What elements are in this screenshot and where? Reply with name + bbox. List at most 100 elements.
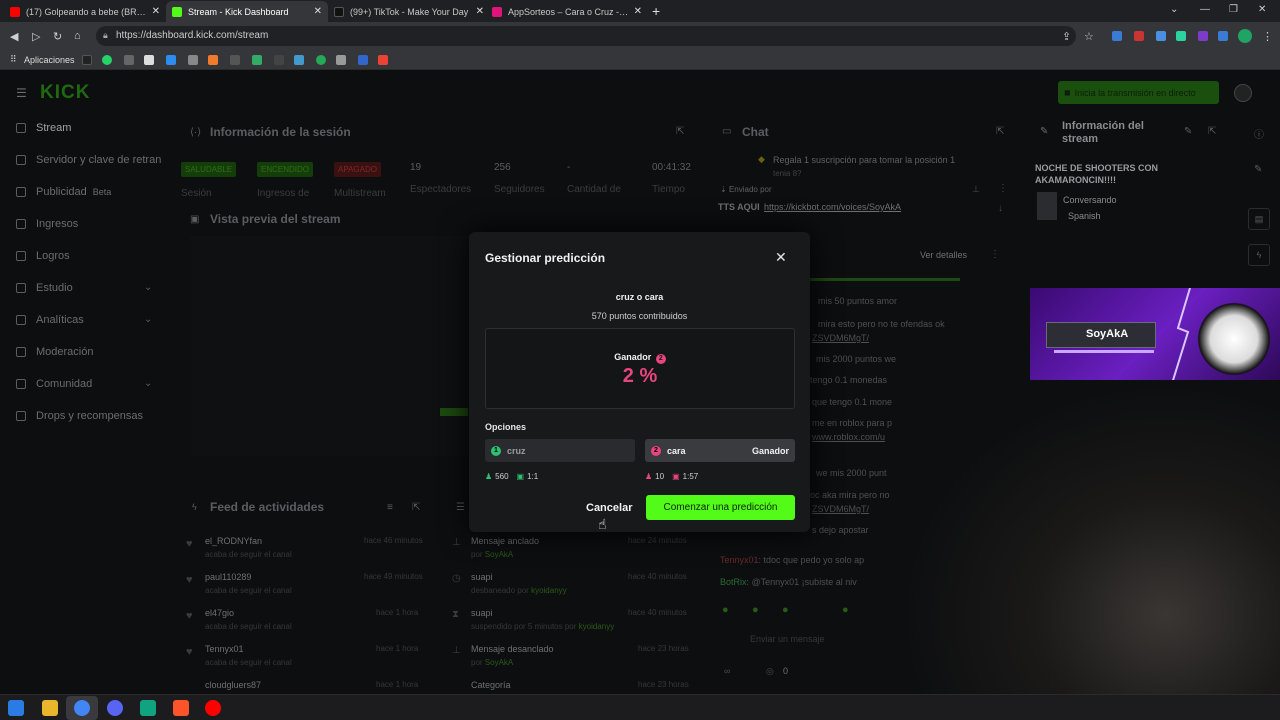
chevron-down-icon[interactable]: ⌄ (144, 314, 152, 325)
event-user[interactable]: SoyAkA (485, 550, 513, 559)
more-options-icon[interactable]: ⋮ (990, 249, 1000, 260)
home-icon[interactable]: ⌂ (74, 30, 81, 42)
popout-icon[interactable]: ⇱ (676, 126, 684, 137)
share-icon[interactable]: ⇪ (1062, 30, 1071, 43)
chrome-icon[interactable] (74, 700, 90, 716)
sidebar-item-studio[interactable]: Estudio (16, 282, 73, 294)
more-options-icon[interactable]: ⋮ (998, 183, 1008, 194)
menu-kebab-icon[interactable]: ⋮ (1262, 30, 1273, 43)
bookmark-icon[interactable] (144, 55, 154, 65)
bookmark-apps[interactable]: Aplicaciones (24, 55, 75, 65)
browser-tab-tiktok[interactable]: (99+) TikTok - Make Your Day ✕ (328, 1, 490, 22)
discord-icon[interactable] (107, 700, 123, 716)
window-close-icon[interactable]: ✕ (1258, 4, 1266, 15)
sidepanel-icon[interactable] (1218, 31, 1228, 41)
follower-name[interactable]: paul110289 (205, 572, 251, 582)
emote-icon[interactable]: ● (842, 604, 849, 616)
sidebar-item-server-key[interactable]: Servidor y clave de retran (16, 154, 170, 166)
bookmark-icon[interactable] (294, 55, 304, 65)
bookmark-icon[interactable] (230, 55, 240, 65)
new-tab-icon[interactable]: + (652, 3, 660, 19)
tts-link[interactable]: https://kickbot.com/voices/SoyAkA (764, 202, 901, 212)
back-icon[interactable]: ◀ (10, 30, 18, 43)
browser-tab-youtube[interactable]: (17) Golpeando a bebe (BROMA ✕ (4, 1, 166, 22)
close-icon[interactable]: ✕ (634, 6, 642, 17)
follower-name[interactable]: el_RODNYfan (205, 536, 262, 546)
info-icon[interactable]: ⓘ (1254, 126, 1264, 141)
follower-name[interactable]: Tennyx01 (205, 644, 244, 654)
filter-icon[interactable]: ≡ (387, 502, 393, 513)
youtube-icon[interactable] (205, 700, 221, 716)
avatar[interactable] (1234, 84, 1252, 102)
brave-icon[interactable] (173, 700, 189, 716)
chat-link[interactable]: www.roblox.com/u (812, 432, 885, 442)
bookmark-icon[interactable] (336, 55, 346, 65)
bookmark-icon[interactable] (166, 55, 176, 65)
close-icon[interactable]: ✕ (314, 6, 322, 17)
bookmark-star-icon[interactable]: ☆ (1084, 30, 1094, 43)
close-icon[interactable]: ✕ (152, 6, 160, 17)
go-live-button[interactable]: ◼ Inicia la transmisión en directo (1058, 81, 1219, 104)
chatgpt-icon[interactable] (140, 700, 156, 716)
edit-icon[interactable]: ✎ (1254, 164, 1262, 175)
extension-icon[interactable] (1134, 31, 1144, 41)
sidebar-item-ads[interactable]: Publicidad Beta (16, 186, 111, 198)
popout-icon[interactable]: ⇱ (412, 502, 420, 513)
close-icon[interactable]: ✕ (476, 6, 484, 17)
sidebar-item-achievements[interactable]: Logros (16, 250, 70, 262)
tab-search-icon[interactable]: ⌄ (1170, 4, 1178, 15)
emote-icon[interactable]: ● (722, 604, 729, 616)
sidebar-item-community[interactable]: Comunidad (16, 378, 92, 390)
browser-tab-kick[interactable]: Stream - Kick Dashboard ✕ (166, 1, 328, 22)
sidebar-item-moderation[interactable]: Moderación (16, 346, 93, 358)
event-user[interactable]: kyoidanyy (531, 586, 567, 595)
event-name[interactable]: suapi (471, 608, 493, 618)
option-cara[interactable]: 2 cara Ganador (645, 439, 795, 462)
arrow-down-icon[interactable]: ↓ (998, 203, 1003, 214)
reload-icon[interactable]: ↻ (53, 30, 62, 43)
apps-grid-icon[interactable]: ⠿ (10, 54, 17, 65)
profile-avatar[interactable] (1238, 29, 1252, 43)
windows-start-icon[interactable] (8, 700, 24, 716)
ver-detalles-link[interactable]: Ver detalles (920, 250, 967, 260)
popout-icon[interactable]: ⇱ (996, 126, 1004, 137)
chat-link[interactable]: ZSVDM6MgT/ (812, 504, 869, 514)
bookmark-icon[interactable] (316, 55, 326, 65)
minimize-icon[interactable]: — (1200, 4, 1210, 15)
browser-tab-appsorteos[interactable]: AppSorteos – Cara o Cruz - Tirar ✕ (486, 1, 648, 22)
close-icon[interactable]: ✕ (775, 249, 787, 266)
extensions-puzzle-icon[interactable] (1156, 31, 1166, 41)
follower-name[interactable]: cloudgluers87 (205, 680, 261, 690)
sidebar-item-drops[interactable]: Drops y recompensas (16, 410, 143, 422)
bookmark-icon[interactable] (274, 55, 284, 65)
event-name[interactable]: suapi (471, 572, 493, 582)
bookmark-icon[interactable] (124, 55, 134, 65)
emote-icon[interactable]: ● (752, 604, 759, 616)
lightning-icon[interactable]: ϟ (1248, 244, 1270, 266)
hamburger-menu-icon[interactable]: ☰ (16, 86, 27, 100)
gmail-icon[interactable] (378, 55, 388, 65)
start-prediction-button[interactable]: Comenzar una predicción (646, 495, 795, 520)
side-tool-button[interactable]: ▤ (1248, 208, 1270, 230)
bookmark-icon[interactable] (252, 55, 262, 65)
maximize-icon[interactable]: ❐ (1229, 4, 1238, 15)
sidebar-item-income[interactable]: Ingresos (16, 218, 78, 230)
bookmark-icon[interactable] (208, 55, 218, 65)
bookmark-icon[interactable] (188, 55, 198, 65)
emote-icon[interactable]: ● (782, 604, 789, 616)
chevron-down-icon[interactable]: ⌄ (144, 282, 152, 293)
pin-icon[interactable]: ⊥ (972, 184, 980, 195)
extension-icon[interactable] (1176, 31, 1186, 41)
chat-username[interactable]: BotRix (720, 577, 747, 587)
bookmark-icon[interactable] (358, 55, 368, 65)
cancel-button[interactable]: Cancelar (586, 502, 632, 514)
kick-logo[interactable]: KICK (40, 82, 90, 104)
chat-input[interactable]: Enviar un mensaje (720, 628, 900, 650)
file-explorer-icon[interactable] (42, 700, 58, 716)
whatsapp-icon[interactable] (102, 55, 112, 65)
forward-icon[interactable]: ▷ (32, 30, 40, 43)
bookmark-icon[interactable] (82, 55, 92, 65)
popout-icon[interactable]: ⇱ (1208, 126, 1216, 137)
sidebar-item-analytics[interactable]: Analíticas (16, 314, 84, 326)
channel-points-icon[interactable]: ∞ (724, 666, 730, 676)
